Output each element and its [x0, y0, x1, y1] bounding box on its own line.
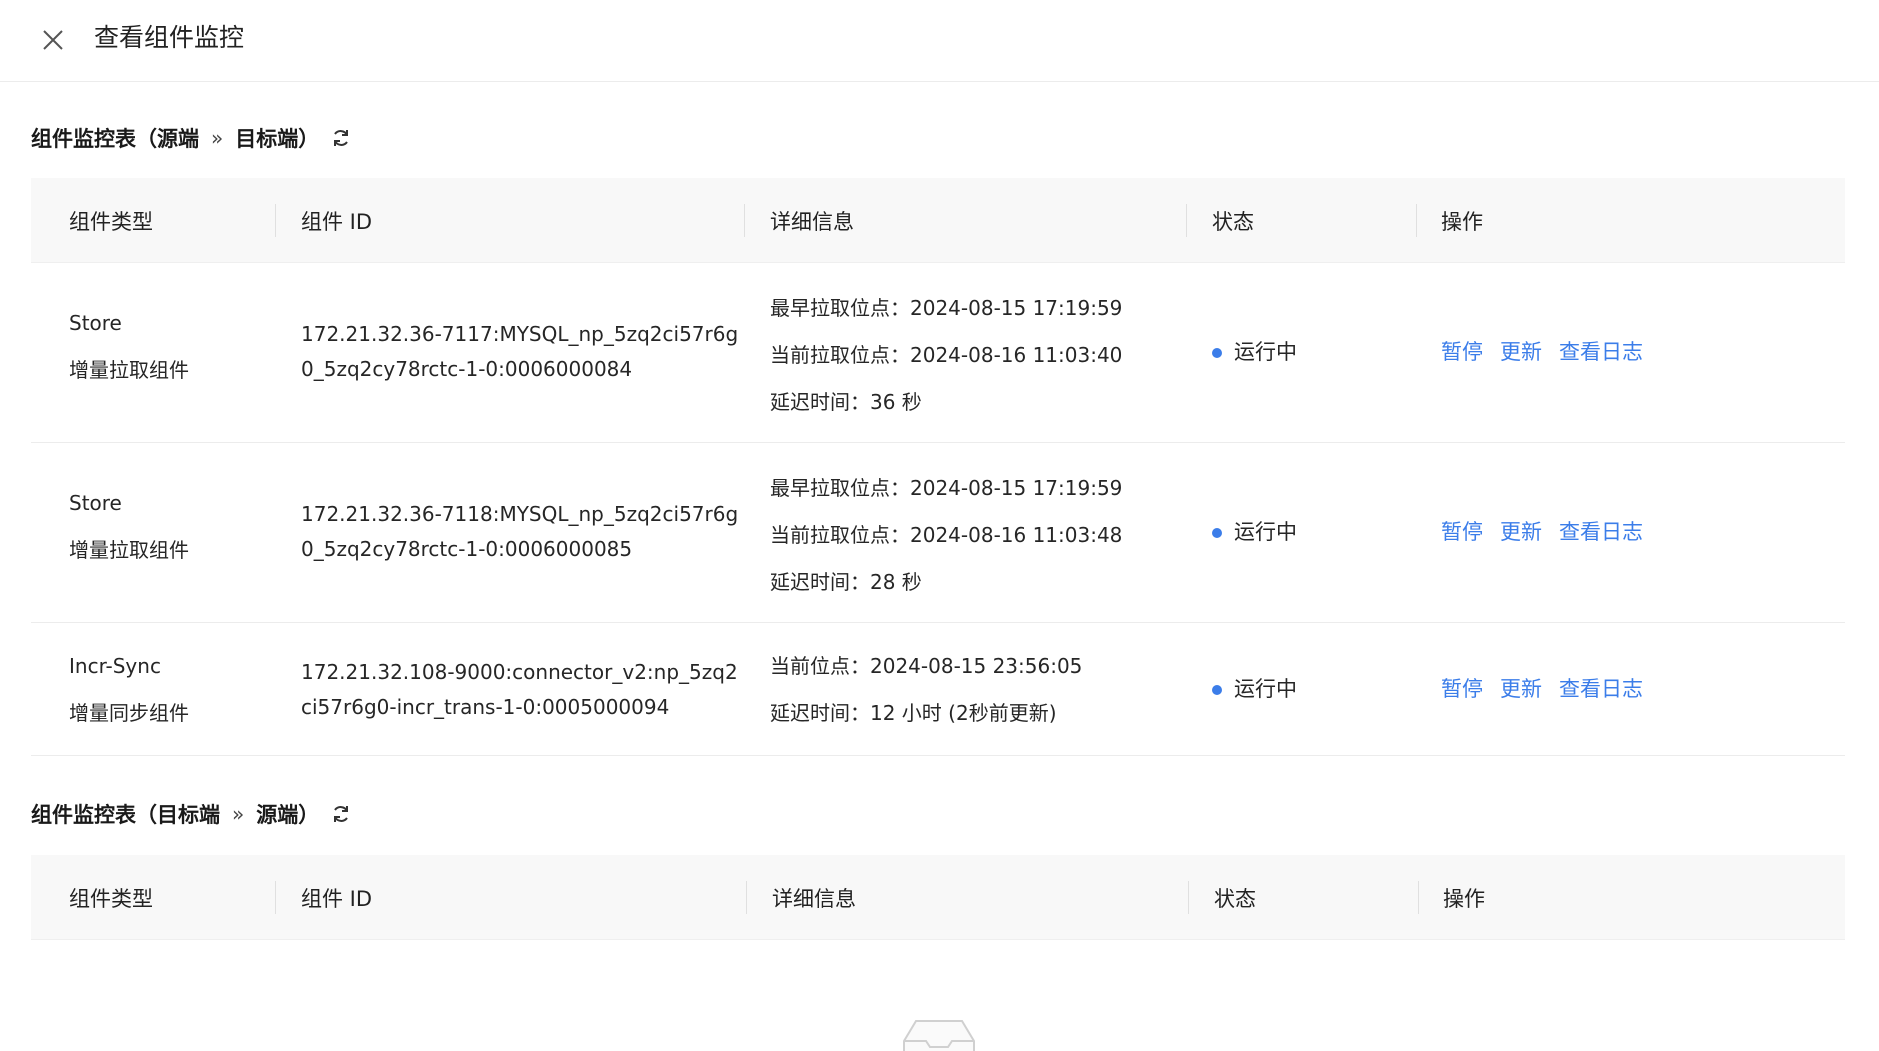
column-header-status: 状态 — [1214, 886, 1256, 911]
update-button[interactable]: 更新 — [1500, 515, 1542, 550]
direction-arrow: » — [211, 126, 224, 150]
component-monitor-table-target-to-source: 组件类型 组件 ID 详细信息 状态 操作 — [31, 855, 1845, 940]
pause-button[interactable]: 暂停 — [1441, 672, 1483, 707]
close-icon[interactable] — [37, 24, 69, 56]
component-type-cell: Store 增量拉取组件 — [69, 491, 189, 562]
row-actions: 暂停 更新 查看日志 — [1441, 672, 1643, 707]
status-dot-icon — [1212, 527, 1222, 538]
status-badge: 运行中 — [1212, 515, 1297, 550]
update-button[interactable]: 更新 — [1500, 672, 1542, 707]
status-badge: 运行中 — [1212, 672, 1297, 707]
component-type-cell: Store 增量拉取组件 — [69, 311, 189, 382]
column-header-details: 详细信息 — [772, 886, 856, 911]
component-id-cell: 172.21.32.108-9000:connector_v2:np_5zq2 … — [301, 660, 738, 719]
column-header-type: 组件类型 — [69, 886, 153, 911]
component-type-cell: Incr-Sync 增量同步组件 — [69, 654, 189, 725]
section-title-left: 组件监控表（源端 — [31, 127, 199, 151]
column-header-status: 状态 — [1212, 209, 1254, 234]
table-header: 组件类型 组件 ID 详细信息 状态 操作 — [31, 178, 1845, 263]
column-header-id: 组件 ID — [301, 886, 373, 911]
row-actions: 暂停 更新 查看日志 — [1441, 515, 1643, 550]
refresh-icon[interactable] — [329, 126, 353, 150]
component-monitor-table-source-to-target: 组件类型 组件 ID 详细信息 状态 操作 Store 增量拉取组件 172.2… — [31, 178, 1845, 756]
status-dot-icon — [1212, 347, 1222, 358]
table-row: Store 增量拉取组件 172.21.32.36-7117:MYSQL_np_… — [31, 263, 1845, 443]
section-title-left: 组件监控表（目标端 — [31, 803, 220, 827]
table-header: 组件类型 组件 ID 详细信息 状态 操作 — [31, 855, 1845, 940]
column-header-type: 组件类型 — [69, 209, 153, 234]
column-header-id: 组件 ID — [301, 209, 373, 234]
row-actions: 暂停 更新 查看日志 — [1441, 335, 1643, 370]
table-row: Incr-Sync 增量同步组件 172.21.32.108-9000:conn… — [31, 623, 1845, 756]
section-title-right: 目标端） — [235, 127, 320, 151]
column-header-actions: 操作 — [1441, 209, 1483, 234]
view-logs-button[interactable]: 查看日志 — [1559, 672, 1643, 707]
section-title-source-to-target: 组件监控表（源端 » 目标端） — [31, 121, 353, 155]
drawer-header: 查看组件监控 — [0, 0, 1879, 82]
column-header-actions: 操作 — [1443, 886, 1485, 911]
details-cell: 当前位点：2024-08-15 23:56:05 延迟时间：12 小时 (2秒前… — [770, 654, 1083, 725]
view-logs-button[interactable]: 查看日志 — [1559, 335, 1643, 370]
column-header-details: 详细信息 — [770, 209, 854, 234]
details-cell: 最早拉取位点：2024-08-15 17:19:59 当前拉取位点：2024-0… — [770, 476, 1123, 594]
direction-arrow: » — [232, 802, 245, 826]
component-id-cell: 172.21.32.36-7118:MYSQL_np_5zq2ci57r6g 0… — [301, 502, 739, 561]
update-button[interactable]: 更新 — [1500, 335, 1542, 370]
empty-inbox-icon — [900, 1015, 978, 1051]
status-dot-icon — [1212, 684, 1222, 695]
view-logs-button[interactable]: 查看日志 — [1559, 515, 1643, 550]
status-badge: 运行中 — [1212, 335, 1297, 370]
pause-button[interactable]: 暂停 — [1441, 335, 1483, 370]
page-title: 查看组件监控 — [94, 23, 245, 52]
table-row: Store 增量拉取组件 172.21.32.36-7118:MYSQL_np_… — [31, 443, 1845, 623]
pause-button[interactable]: 暂停 — [1441, 515, 1483, 550]
refresh-icon[interactable] — [329, 802, 353, 826]
component-id-cell: 172.21.32.36-7117:MYSQL_np_5zq2ci57r6g 0… — [301, 322, 739, 381]
section-title-target-to-source: 组件监控表（目标端 » 源端） — [31, 797, 353, 831]
details-cell: 最早拉取位点：2024-08-15 17:19:59 当前拉取位点：2024-0… — [770, 296, 1123, 414]
section-title-right: 源端） — [256, 803, 320, 827]
